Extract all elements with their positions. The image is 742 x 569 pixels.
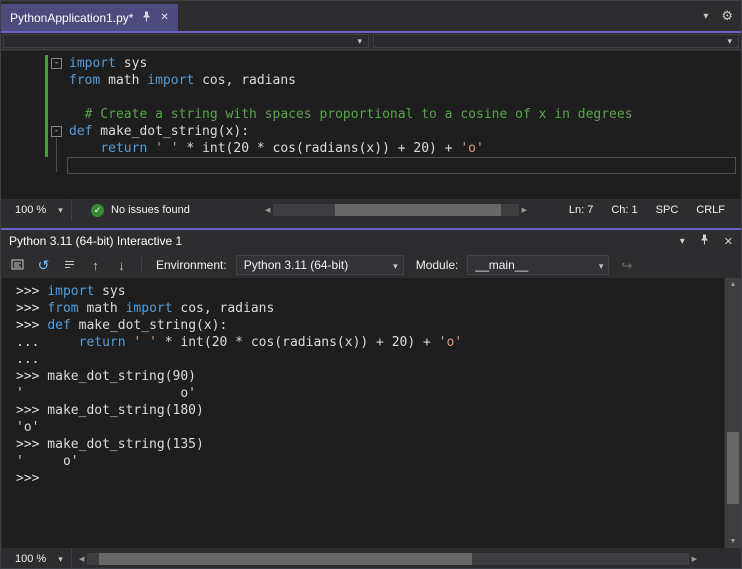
- repl-horizontal-scrollbar[interactable]: ◀ ▶: [79, 553, 697, 565]
- close-icon[interactable]: ✕: [724, 235, 733, 248]
- scroll-left-icon[interactable]: ◀: [265, 206, 270, 214]
- module-value: __main__: [475, 258, 529, 272]
- line-ending-indicator: CRLF: [696, 204, 725, 216]
- repl-vertical-scrollbar[interactable]: ▲ ▼: [725, 278, 741, 548]
- column-indicator: Ch: 1: [611, 204, 638, 216]
- scrollbar-thumb[interactable]: [99, 553, 473, 565]
- python-interactive-panel: Python 3.11 (64-bit) Interactive 1 ▾ ✕ ↺…: [1, 228, 741, 568]
- repl-line[interactable]: >>> make_dot_string(180): [2, 402, 724, 419]
- editor-status-bar: 100 % ▾ ✓ No issues found ◀ ▶ Ln: 7 Ch: …: [1, 199, 741, 221]
- chevron-down-icon: ▾: [357, 36, 362, 46]
- repl-line[interactable]: >>> def make_dot_string(x):: [2, 317, 724, 334]
- chevron-down-icon: ▾: [727, 36, 732, 46]
- interactive-status-bar: 100 % ▾ ◀ ▶: [1, 548, 741, 568]
- toolbar-separator: [141, 257, 142, 273]
- member-scope-dropdown[interactable]: ▾: [373, 34, 739, 48]
- chevron-down-icon: ▾: [598, 261, 604, 271]
- issues-text: No issues found: [111, 204, 190, 216]
- scrollbar-track[interactable]: [87, 553, 689, 565]
- editor-code-line[interactable]: [67, 157, 736, 174]
- chevron-down-icon: ▾: [58, 204, 63, 215]
- tab-title: PythonApplication1.py*: [10, 10, 134, 25]
- document-tab-bar: PythonApplication1.py* ✕ ▾ ⚙: [1, 1, 741, 31]
- editor-code-line[interactable]: from math import cos, radians: [1, 72, 741, 89]
- issues-indicator[interactable]: ✓ No issues found: [91, 199, 190, 221]
- editor-horizontal-scrollbar[interactable]: ◀ ▶: [265, 204, 527, 216]
- interactive-title: Python 3.11 (64-bit) Interactive 1: [9, 234, 183, 248]
- window-menu-chevron-icon[interactable]: ▾: [680, 236, 685, 247]
- close-icon[interactable]: ✕: [160, 12, 168, 23]
- scroll-left-icon[interactable]: ◀: [79, 555, 84, 563]
- zoom-value: 100 %: [15, 204, 47, 216]
- interactive-window-buttons: ▾ ✕: [680, 234, 733, 248]
- document-list-chevron-icon[interactable]: ▾: [703, 11, 708, 22]
- tab-pythonapplication1[interactable]: PythonApplication1.py* ✕: [1, 4, 178, 31]
- interactive-toolbar: ↺ ↑ ↓ Environment: Python 3.11 (64-bit) …: [1, 252, 741, 278]
- check-icon: ✓: [91, 203, 104, 217]
- repl-line[interactable]: ... return ' ' * int(20 * cos(radians(x)…: [2, 334, 724, 351]
- spaces-indicator: SPC: [655, 204, 679, 216]
- scrollbar-thumb[interactable]: [334, 204, 502, 216]
- tab-bar-actions: ▾ ⚙: [703, 8, 733, 24]
- gear-icon[interactable]: ⚙: [721, 8, 733, 24]
- editor-code-line[interactable]: # Create a string with spaces proportion…: [1, 106, 741, 123]
- editor-code-line[interactable]: - import sys: [1, 55, 741, 72]
- editor-position-indicators: Ln: 7 Ch: 1 SPC CRLF: [569, 199, 725, 221]
- fold-collapse-icon[interactable]: -: [51, 126, 62, 137]
- environment-dropdown[interactable]: Python 3.11 (64-bit) ▾: [235, 255, 404, 275]
- repl-output[interactable]: >>> import sys >>> from math import cos, …: [2, 278, 724, 548]
- pin-icon[interactable]: [141, 11, 152, 25]
- visual-studio-window: PythonApplication1.py* ✕ ▾ ⚙ ▾ ▾ - import…: [0, 0, 742, 569]
- reset-icon[interactable]: ↺: [35, 258, 52, 272]
- repl-line[interactable]: >>> make_dot_string(135): [2, 436, 724, 453]
- environment-label: Environment:: [156, 258, 227, 272]
- editor-code-line[interactable]: - def make_dot_string(x):: [1, 123, 741, 140]
- send-to-interactive-icon[interactable]: ↪: [618, 259, 635, 272]
- repl-line[interactable]: 'o': [2, 419, 724, 436]
- repl-line[interactable]: ' o': [2, 385, 724, 402]
- scroll-right-icon[interactable]: ▶: [522, 206, 527, 214]
- repl-line[interactable]: >>>: [2, 470, 724, 487]
- interactive-options-icon[interactable]: [9, 258, 26, 273]
- environment-value: Python 3.11 (64-bit): [243, 258, 349, 272]
- history-previous-icon[interactable]: ↑: [87, 259, 104, 272]
- pin-icon[interactable]: [699, 234, 710, 248]
- chevron-down-icon: ▾: [393, 261, 398, 271]
- editor-code-line[interactable]: return ' ' * int(20 * cos(radians(x)) + …: [1, 140, 741, 157]
- module-dropdown[interactable]: __main__ ▾: [467, 255, 610, 275]
- repl-line[interactable]: >>> import sys: [2, 283, 724, 300]
- fold-collapse-icon[interactable]: -: [51, 58, 62, 69]
- chevron-down-icon: ▾: [58, 553, 63, 564]
- repl-line[interactable]: ' o': [2, 453, 724, 470]
- history-next-icon[interactable]: ↓: [113, 259, 130, 272]
- line-indicator: Ln: 7: [568, 204, 594, 216]
- repl-line[interactable]: ...: [2, 351, 724, 368]
- scrollbar-track[interactable]: [273, 204, 519, 216]
- editor-zoom-control[interactable]: 100 % ▾: [7, 199, 72, 221]
- zoom-value: 100 %: [15, 553, 47, 565]
- scroll-down-icon[interactable]: ▼: [725, 538, 741, 545]
- navigation-bar: ▾ ▾: [1, 33, 741, 50]
- repl-line[interactable]: >>> from math import cos, radians: [2, 300, 724, 317]
- repl-zoom-control[interactable]: 100 % ▾: [7, 548, 72, 568]
- project-scope-dropdown[interactable]: ▾: [3, 34, 369, 48]
- editor-code: - import sys from math import cos, radians…: [1, 55, 741, 174]
- clear-screen-icon[interactable]: [61, 258, 78, 273]
- code-editor[interactable]: - import sys from math import cos, radians…: [1, 51, 741, 199]
- scroll-right-icon[interactable]: ▶: [692, 555, 697, 563]
- scroll-up-icon[interactable]: ▲: [725, 281, 741, 288]
- repl-line[interactable]: >>> make_dot_string(90): [2, 368, 724, 385]
- scrollbar-thumb[interactable]: [727, 431, 739, 504]
- editor-code-line[interactable]: [1, 89, 741, 106]
- module-label: Module:: [415, 258, 459, 272]
- interactive-title-bar[interactable]: Python 3.11 (64-bit) Interactive 1 ▾ ✕: [1, 230, 741, 252]
